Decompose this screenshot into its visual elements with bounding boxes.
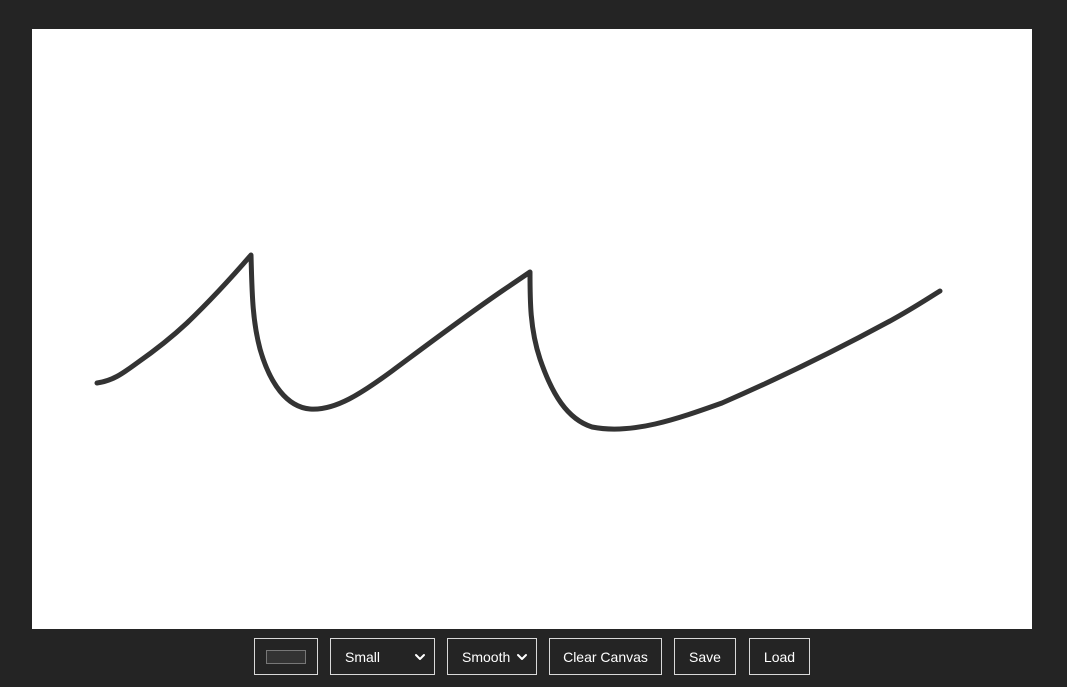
stroke-path [94, 252, 943, 432]
canvas-drawing[interactable] [32, 29, 1032, 629]
toolbar: Small Smooth Clear Canvas Save Load [0, 638, 1067, 675]
drawing-canvas[interactable] [32, 29, 1032, 629]
load-label: Load [763, 648, 796, 665]
clear-canvas-label: Clear Canvas [563, 648, 648, 665]
size-select[interactable]: Small [330, 638, 435, 675]
brush-select-value: Smooth [462, 648, 511, 665]
color-picker[interactable] [254, 638, 318, 675]
drawing-app: Small Smooth Clear Canvas Save Load [0, 0, 1067, 687]
save-label: Save [689, 648, 721, 665]
chevron-down-icon [516, 651, 528, 663]
brush-select[interactable]: Smooth [447, 638, 537, 675]
clear-canvas-button[interactable]: Clear Canvas [549, 638, 662, 675]
save-button[interactable]: Save [674, 638, 736, 675]
color-swatch [266, 649, 306, 664]
size-select-value: Small [345, 648, 381, 665]
load-button[interactable]: Load [749, 638, 810, 675]
chevron-down-icon [414, 651, 426, 663]
